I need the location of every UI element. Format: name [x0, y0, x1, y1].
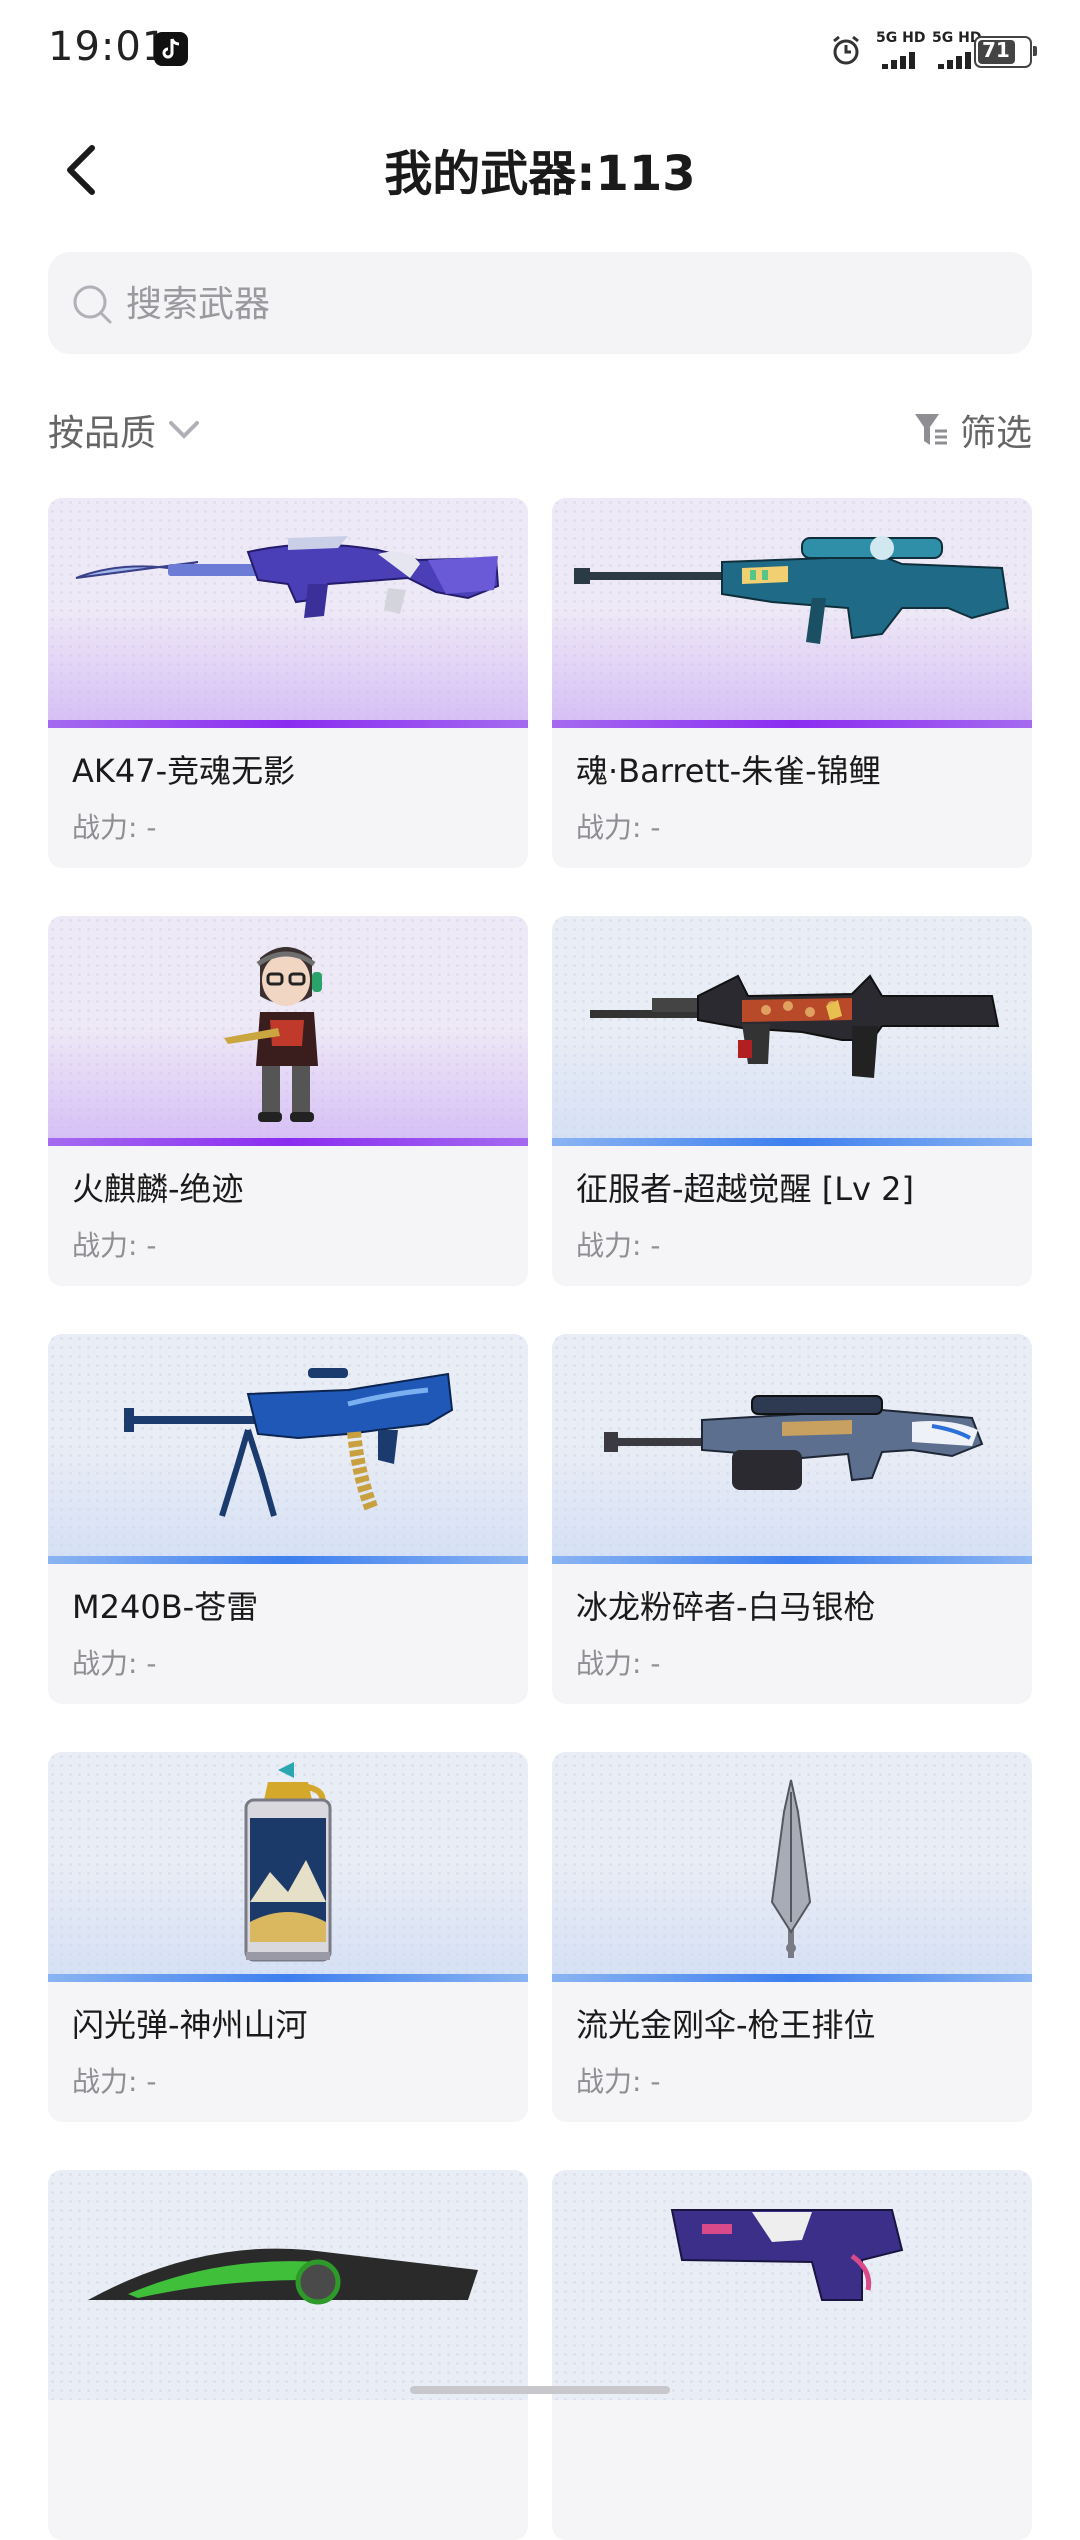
weapon-thumbnail [552, 2170, 1032, 2400]
weapon-power: 战力: - [576, 811, 661, 844]
rifle-image [590, 974, 1000, 1078]
filter-label: 筛选 [959, 413, 1032, 454]
weapon-thumbnail [48, 1752, 528, 1982]
umbrella-weapon-image [770, 1779, 812, 1958]
weapon-name: 闪光弹-神州山河 [72, 2006, 308, 2044]
weapon-power: 战力: - [576, 1647, 661, 1680]
character-image [224, 947, 322, 1122]
weapon-power: 战力: - [72, 811, 157, 844]
weapon-thumbnail [552, 498, 1032, 728]
search-icon [73, 285, 112, 324]
weapon-grid: AK47-竞魂无影 战力: - 魂·Barrett-朱雀-锦鲤 战力: - 火麒… [48, 498, 1032, 2540]
tiktok-notification-icon [154, 32, 188, 66]
status-bar: 19:01 5G HD 5G HD 71 [0, 0, 1080, 100]
battery-level: 71 [982, 38, 1010, 62]
filter-icon [914, 414, 947, 445]
weapon-thumbnail [552, 916, 1032, 1146]
rifle-image [75, 536, 500, 618]
grenade-image [244, 1762, 332, 1962]
status-time: 19:01 [48, 24, 169, 70]
weapon-power: 战力: - [72, 1647, 157, 1680]
weapon-thumbnail [552, 1334, 1032, 1564]
weapon-card[interactable]: 冰龙粉碎者-白马银枪 战力: - [552, 1334, 1032, 1704]
alarm-icon [833, 35, 859, 65]
weapon-name: 征服者-超越觉醒 [Lv 2] [576, 1170, 914, 1208]
search-input[interactable] [124, 272, 1008, 336]
weapon-name: 魂·Barrett-朱雀-锦鲤 [576, 752, 881, 790]
pistol-image [670, 2209, 904, 2301]
weapon-name: 冰龙粉碎者-白马银枪 [576, 1588, 876, 1626]
weapon-thumbnail [552, 1752, 1032, 1982]
weapon-power: 战力: - [576, 1229, 661, 1262]
weapon-card[interactable]: M240B-苍雷 战力: - [48, 1334, 528, 1704]
page-title: 我的武器:113 [384, 146, 696, 202]
weapon-name: AK47-竞魂无影 [72, 752, 296, 790]
weapon-card[interactable] [552, 2170, 1032, 2540]
weapon-card[interactable]: 闪光弹-神州山河 战力: - [48, 1752, 528, 2122]
weapon-card[interactable]: 魂·Barrett-朱雀-锦鲤 战力: - [552, 498, 1032, 868]
weapon-thumbnail [48, 2170, 528, 2400]
network-type-1: 5G HD [876, 30, 926, 46]
weapon-power: 战力: - [576, 2065, 661, 2098]
search-box[interactable] [48, 252, 1032, 354]
weapon-thumbnail [48, 916, 528, 1146]
status-icons: 5G HD 5G HD 71 [802, 28, 1037, 72]
weapon-card[interactable]: AK47-竞魂无影 战力: - [48, 498, 528, 868]
home-indicator[interactable] [410, 2386, 670, 2394]
chevron-down-icon [169, 421, 200, 439]
sort-by-quality-button[interactable]: 按品质 [48, 404, 201, 454]
sniper-rifle-image [574, 536, 1010, 644]
weapon-thumbnail [48, 1334, 528, 1564]
knife-image [88, 2248, 478, 2305]
weapon-card[interactable]: 火麒麟-绝迹 战力: - [48, 916, 528, 1286]
signal-icon-1: 5G HD [874, 30, 928, 70]
weapon-card[interactable]: 征服者-超越觉醒 [Lv 2] 战力: - [552, 916, 1032, 1286]
sort-label: 按品质 [48, 413, 157, 454]
machine-gun-image [124, 1368, 454, 1517]
weapon-name: 流光金刚伞-枪王排位 [576, 2006, 876, 2044]
weapon-thumbnail [48, 498, 528, 728]
battery-icon: 71 [974, 36, 1037, 68]
filter-button[interactable]: 筛选 [913, 404, 1032, 454]
weapon-name: M240B-苍雷 [72, 1588, 259, 1626]
weapon-name: 火麒麟-绝迹 [72, 1170, 244, 1208]
machine-gun-image [604, 1395, 984, 1490]
weapon-power: 战力: - [72, 2065, 157, 2098]
weapon-card[interactable] [48, 2170, 528, 2540]
weapon-card[interactable]: 流光金刚伞-枪王排位 战力: - [552, 1752, 1032, 2122]
weapon-power: 战力: - [72, 1229, 157, 1262]
